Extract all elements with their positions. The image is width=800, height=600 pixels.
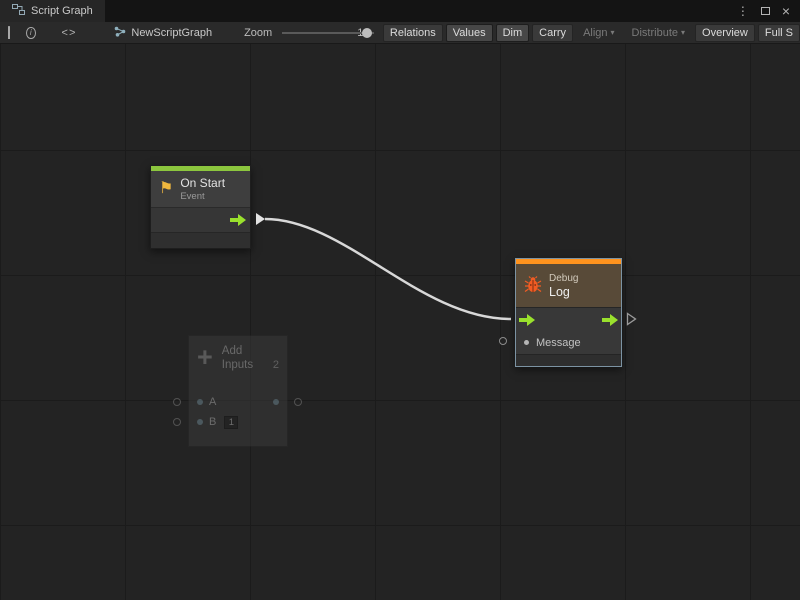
node-title-line1: Add — [222, 345, 281, 357]
info-icon[interactable]: i — [26, 27, 36, 39]
zoom-slider-handle[interactable] — [362, 28, 372, 38]
graph-asset-icon — [114, 26, 126, 40]
node-title: Log — [549, 285, 578, 299]
port-b-value-field[interactable]: 1 — [224, 416, 238, 429]
port-b-connection-circle[interactable] — [173, 418, 181, 426]
wires-layer — [0, 44, 800, 600]
maximize-icon[interactable] — [761, 7, 770, 15]
debug-control-ports-row — [516, 307, 621, 331]
port-row-a: A — [189, 392, 287, 412]
zoom-slider[interactable] — [282, 27, 351, 39]
message-port-row: Message — [516, 331, 621, 354]
tab-title: Script Graph — [31, 5, 93, 17]
control-input-port-icon[interactable] — [519, 314, 535, 326]
edit-code-icon[interactable]: <> — [62, 27, 77, 39]
plus-icon: + — [197, 345, 213, 369]
distribute-dropdown[interactable]: Distribute ▾ — [625, 24, 692, 42]
on-start-node[interactable]: ⚑ On Start Event — [150, 165, 251, 249]
window-menu-icon[interactable]: ⋮ — [737, 5, 749, 17]
input-count: 2 — [273, 359, 281, 371]
lock-icon[interactable] — [8, 27, 10, 39]
node-subtitle: Event — [180, 191, 225, 202]
input-port-a-dot-icon[interactable] — [197, 399, 203, 405]
port-a-connection-circle[interactable] — [173, 398, 181, 406]
port-a-label: A — [209, 396, 216, 408]
debug-log-header[interactable]: Debug Log — [516, 264, 621, 307]
output-port-dot-icon[interactable] — [273, 399, 279, 405]
script-graph-tab-icon — [12, 4, 25, 18]
zoom-label: Zoom — [244, 27, 272, 39]
on-start-output-row — [151, 207, 250, 232]
graph-canvas[interactable]: ⚑ On Start Event — [0, 44, 800, 600]
fullscreen-button[interactable]: Full S — [758, 24, 800, 42]
node-footer — [516, 354, 621, 366]
titlebar: Script Graph ⋮ × — [0, 0, 800, 22]
carry-button[interactable]: Carry — [532, 24, 573, 42]
node-footer — [151, 232, 250, 248]
close-icon[interactable]: × — [782, 4, 790, 18]
message-input-port[interactable] — [499, 337, 507, 345]
chevron-down-icon: ▾ — [611, 28, 615, 37]
window-controls: ⋮ × — [737, 0, 800, 22]
add-node-header: + Add Inputs 2 — [189, 336, 287, 380]
node-title: On Start — [180, 176, 225, 190]
values-button[interactable]: Values — [446, 24, 493, 42]
overview-button[interactable]: Overview — [695, 24, 755, 42]
script-graph-window: Script Graph ⋮ × i <> NewScriptGraph Zoo… — [0, 0, 800, 600]
control-output-port-icon[interactable] — [602, 314, 618, 326]
node-title-line2: Inputs — [222, 359, 253, 371]
tab-script-graph[interactable]: Script Graph — [0, 0, 105, 22]
relations-button[interactable]: Relations — [383, 24, 443, 42]
chevron-down-icon: ▾ — [681, 28, 685, 37]
message-port-label: Message — [536, 337, 581, 349]
debug-output-port[interactable] — [626, 312, 637, 331]
graph-name-label: NewScriptGraph — [131, 27, 212, 39]
input-port-b-dot-icon[interactable] — [197, 419, 203, 425]
flag-icon: ⚑ — [159, 181, 173, 197]
connection-wire[interactable] — [265, 219, 511, 319]
dim-button[interactable]: Dim — [496, 24, 530, 42]
zoom-slider-track[interactable] — [282, 32, 374, 34]
align-dropdown[interactable]: Align ▾ — [576, 24, 621, 42]
on-start-output-port[interactable] — [256, 213, 265, 225]
add-node-preview[interactable]: + Add Inputs 2 A — [188, 335, 288, 447]
port-b-label: B — [209, 416, 216, 428]
graph-toolbar: i <> NewScriptGraph Zoom 1x Relations Va… — [0, 22, 800, 44]
graph-name-breadcrumb[interactable]: NewScriptGraph — [114, 26, 212, 40]
on-start-header[interactable]: ⚑ On Start Event — [151, 171, 250, 207]
bug-icon — [524, 276, 542, 296]
port-row-b: B 1 — [189, 412, 287, 432]
node-category: Debug — [549, 273, 578, 284]
control-output-port-icon[interactable] — [230, 214, 246, 226]
output-connection-circle[interactable] — [294, 398, 302, 406]
debug-log-node[interactable]: Debug Log Message — [515, 258, 622, 367]
message-port-dot-icon[interactable] — [524, 340, 529, 345]
